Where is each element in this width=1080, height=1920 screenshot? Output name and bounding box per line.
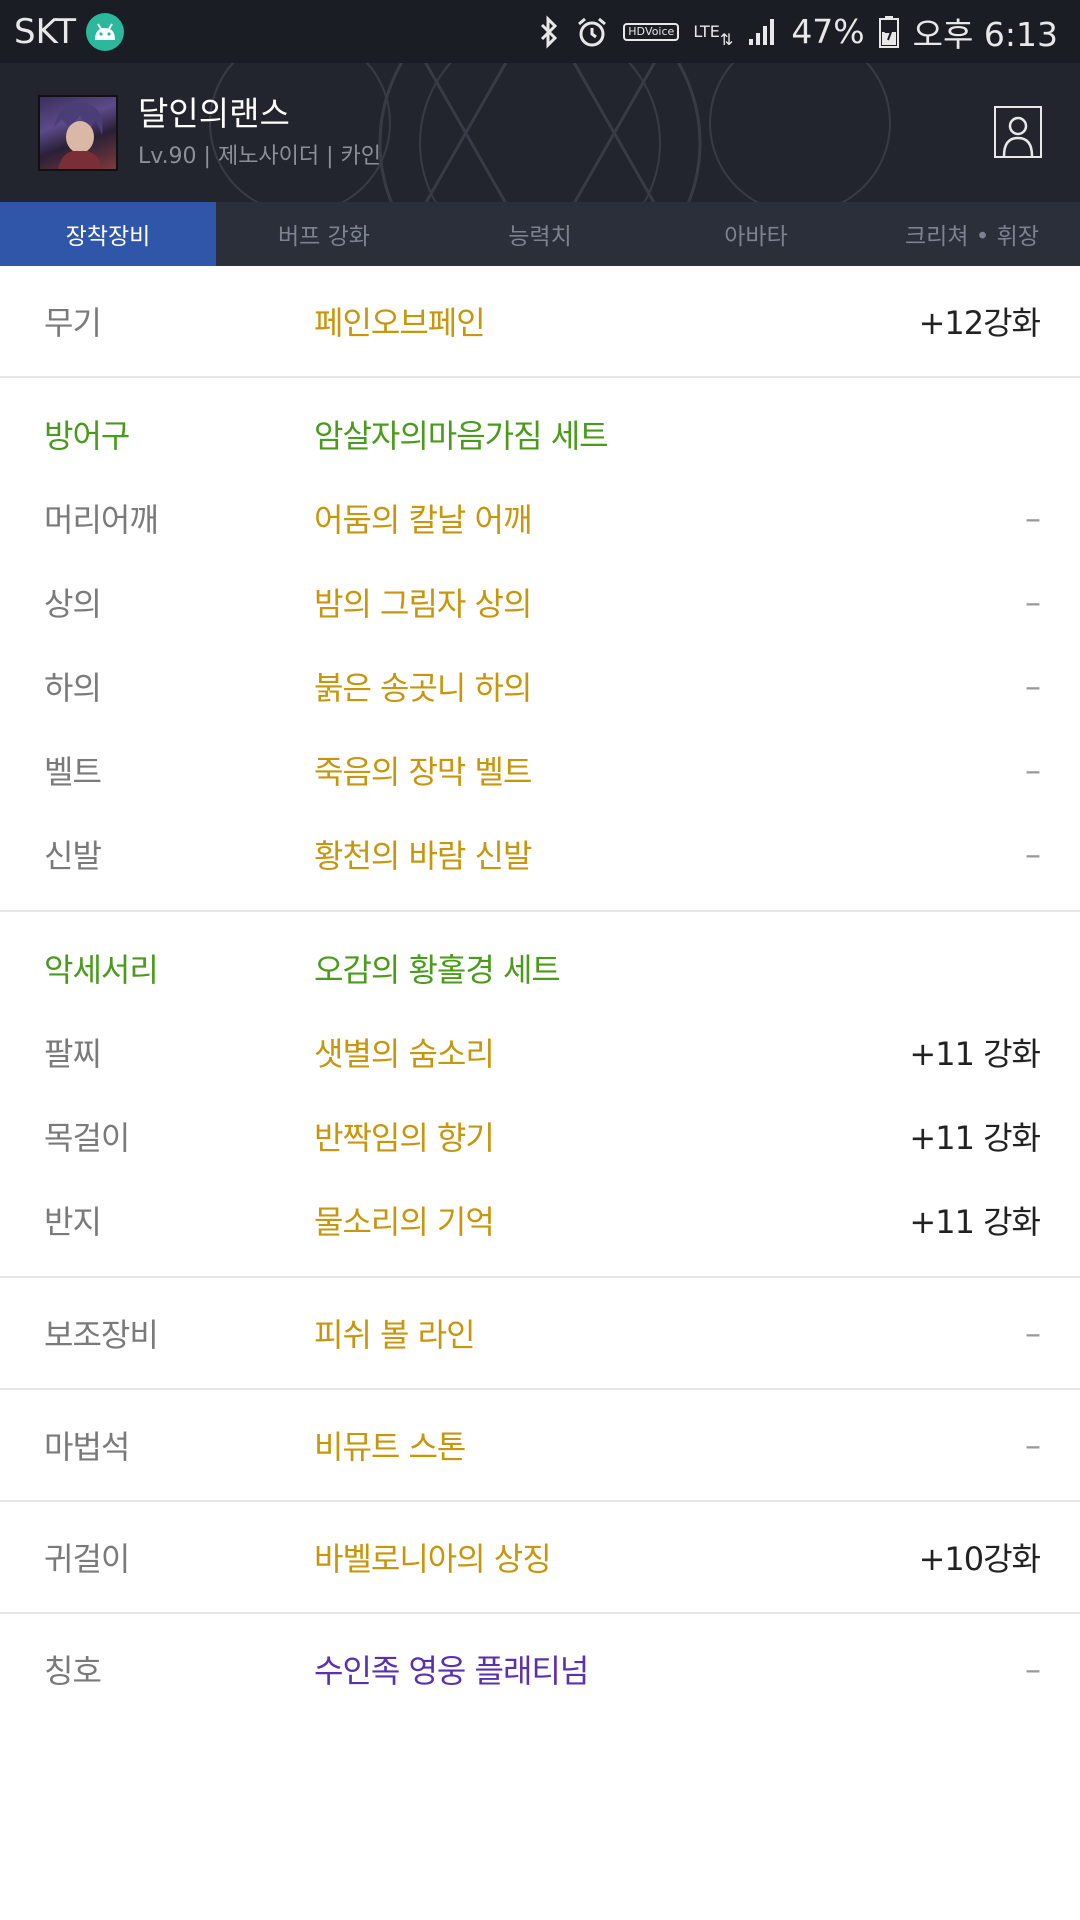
slot-label: 신발 (44, 837, 102, 875)
slot-label: 마법석 (44, 1428, 130, 1466)
magic-stone-section: 마법석 비뮤트 스톤 – (0, 1390, 1080, 1502)
slot-label: 상의 (44, 585, 102, 623)
category-label: 방어구 (44, 417, 130, 455)
item-name: 황천의 바람 신발 (314, 837, 532, 875)
enhance-level: – (1025, 667, 1041, 705)
tab-equipped-gear[interactable]: 장착장비 (0, 202, 216, 266)
item-name: 물소리의 기억 (314, 1203, 495, 1241)
enhance-level: +12강화 (918, 304, 1041, 342)
equipment-row-bracelet[interactable]: 팔찌 샛별의 숨소리 +11 강화 (0, 1010, 1080, 1094)
equipment-row-top[interactable]: 상의 밤의 그림자 상의 – (0, 560, 1080, 644)
item-name: 죽음의 장막 벨트 (314, 753, 532, 791)
slot-label: 벨트 (44, 753, 102, 791)
set-name: 오감의 황홀경 세트 (314, 951, 561, 989)
slot-label: 보조장비 (44, 1316, 159, 1354)
item-name: 밤의 그림자 상의 (314, 585, 532, 623)
equipment-row-title[interactable]: 칭호 수인족 영웅 플래티넘 – (0, 1614, 1080, 1724)
equipment-row-bottom[interactable]: 하의 붉은 송곳니 하의 – (0, 644, 1080, 728)
enhance-level: – (1025, 583, 1041, 621)
item-name: 피쉬 볼 라인 (314, 1316, 476, 1354)
equipment-row-earring[interactable]: 귀걸이 바벨로니아의 상징 +10강화 (0, 1502, 1080, 1612)
armor-set-header: 방어구 암살자의마음가짐 세트 (0, 392, 1080, 476)
person-icon (1002, 116, 1034, 156)
enhance-level: – (1025, 1650, 1041, 1688)
equipment-row-magic-stone[interactable]: 마법석 비뮤트 스톤 – (0, 1390, 1080, 1500)
tab-avatar[interactable]: 아바타 (648, 202, 864, 266)
item-name: 바벨로니아의 상징 (314, 1540, 552, 1578)
profile-person-button[interactable] (994, 106, 1042, 158)
enhance-level: – (1025, 835, 1041, 873)
item-name: 수인족 영웅 플래티넘 (314, 1652, 589, 1690)
sub-equipment-section: 보조장비 피쉬 볼 라인 – (0, 1278, 1080, 1390)
equipment-row-weapon[interactable]: 무기 페인오브페인 +12강화 (0, 266, 1080, 376)
item-name: 어둠의 칼날 어깨 (314, 501, 532, 539)
title-section: 칭호 수인족 영웅 플래티넘 – (0, 1614, 1080, 1724)
accessory-set-header: 악세서리 오감의 황홀경 세트 (0, 926, 1080, 1010)
enhance-level: – (1025, 499, 1041, 537)
enhance-level: +10강화 (918, 1540, 1041, 1578)
equipment-row-shoes[interactable]: 신발 황천의 바람 신발 – (0, 812, 1080, 896)
equipment-row-necklace[interactable]: 목걸이 반짝임의 향기 +11 강화 (0, 1094, 1080, 1178)
slot-label: 팔찌 (44, 1035, 102, 1073)
character-name: 달인의랜스 (138, 93, 290, 133)
item-name: 붉은 송곳니 하의 (314, 669, 532, 707)
enhance-level: +11 강화 (909, 1203, 1041, 1241)
tab-buff-enhance[interactable]: 버프 강화 (216, 202, 432, 266)
equipment-list: 무기 페인오브페인 +12강화 방어구 암살자의마음가짐 세트 머리어깨 어둠의… (0, 266, 1080, 1724)
item-name: 샛별의 숨소리 (314, 1035, 495, 1073)
lte-icon: LTE ⇅ (693, 21, 734, 49)
category-label: 악세서리 (44, 951, 159, 989)
character-avatar (38, 94, 118, 171)
enhance-level: +11 강화 (909, 1035, 1041, 1073)
battery-icon (878, 15, 899, 48)
hd-voice-icon: HD Voice (623, 22, 680, 41)
enhance-level: – (1025, 1314, 1041, 1352)
battery-percent: 47% (791, 12, 865, 51)
equipment-row-sub-equip[interactable]: 보조장비 피쉬 볼 라인 – (0, 1278, 1080, 1388)
slot-label: 하의 (44, 669, 102, 707)
tab-stats[interactable]: 능력치 (432, 202, 648, 266)
clock-time: 오후 6:13 (912, 14, 1058, 54)
slot-label: 머리어깨 (44, 501, 159, 539)
enhance-level: – (1025, 751, 1041, 789)
equipment-tabs: 장착장비 버프 강화 능력치 아바타 크리쳐 • 휘장 (0, 202, 1080, 266)
earring-section: 귀걸이 바벨로니아의 상징 +10강화 (0, 1502, 1080, 1614)
enhance-level: +11 강화 (909, 1119, 1041, 1157)
carrier-label: SKT (14, 11, 77, 52)
equipment-row-ring[interactable]: 반지 물소리의 기억 +11 강화 (0, 1178, 1080, 1262)
item-name: 반짝임의 향기 (314, 1119, 495, 1157)
character-profile-header: 달인의랜스 Lv.90 | 제노사이더 | 카인 (0, 63, 1080, 202)
bluetooth-icon (537, 14, 561, 49)
armor-section: 방어구 암살자의마음가짐 세트 머리어깨 어둠의 칼날 어깨 – 상의 밤의 그… (0, 378, 1080, 912)
item-name: 페인오브페인 (314, 304, 486, 342)
slot-label: 무기 (44, 304, 102, 342)
enhance-level: – (1025, 1426, 1041, 1464)
alarm-clock-icon (575, 15, 609, 49)
item-name: 비뮤트 스톤 (314, 1428, 466, 1466)
signal-strength-icon (747, 17, 777, 47)
set-name: 암살자의마음가짐 세트 (314, 417, 609, 455)
slot-label: 목걸이 (44, 1119, 130, 1157)
equipment-row-head-shoulder[interactable]: 머리어깨 어둠의 칼날 어깨 – (0, 476, 1080, 560)
slot-label: 반지 (44, 1203, 102, 1241)
slot-label: 귀걸이 (44, 1540, 130, 1578)
android-notification-icon (86, 12, 125, 51)
character-info: Lv.90 | 제노사이더 | 카인 (138, 143, 382, 169)
status-bar: SKT HD Voice LTE ⇅ 47% 오후 6:13 (0, 0, 1080, 63)
tab-creature-emblem[interactable]: 크리쳐 • 휘장 (864, 202, 1080, 266)
slot-label: 칭호 (44, 1652, 102, 1690)
accessory-section: 악세서리 오감의 황홀경 세트 팔찌 샛별의 숨소리 +11 강화 목걸이 반짝… (0, 912, 1080, 1278)
equipment-row-belt[interactable]: 벨트 죽음의 장막 벨트 – (0, 728, 1080, 812)
weapon-section: 무기 페인오브페인 +12강화 (0, 266, 1080, 378)
